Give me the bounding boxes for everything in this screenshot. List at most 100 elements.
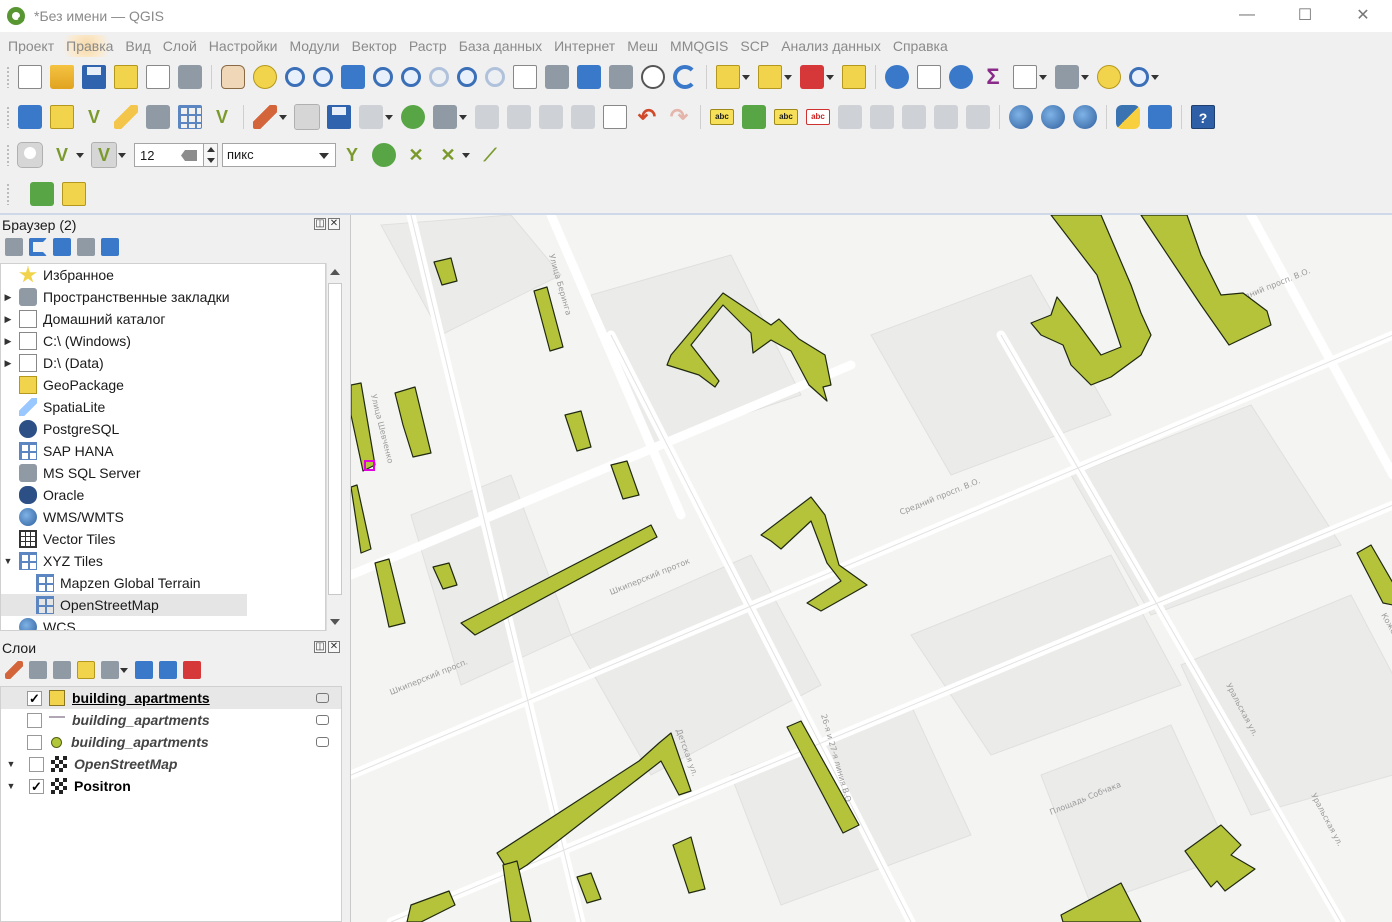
pin-labels-icon[interactable]: abc: [774, 109, 798, 125]
deselect-all-icon[interactable]: [800, 65, 824, 89]
style-manager-icon[interactable]: [178, 65, 202, 89]
zoom-in-icon[interactable]: [285, 67, 305, 87]
filter-expression-icon[interactable]: [101, 661, 119, 679]
tree-item[interactable]: ▶ D:\ (Data): [1, 352, 325, 374]
search-services-icon[interactable]: [1073, 105, 1097, 129]
zoom-next-icon[interactable]: [485, 67, 505, 87]
tree-item[interactable]: ▶ C:\ (Windows): [1, 330, 325, 352]
open-table-icon[interactable]: [1013, 65, 1037, 89]
change-label-icon[interactable]: [902, 105, 926, 129]
new-map-view-icon[interactable]: [513, 65, 537, 89]
new-bookmark-icon[interactable]: [577, 65, 601, 89]
expand-arrow[interactable]: ▶: [1, 314, 15, 325]
tolerance-stepper[interactable]: [204, 143, 218, 167]
save-layer-edits-icon[interactable]: [327, 105, 351, 129]
layer-visibility-checkbox[interactable]: [27, 712, 42, 728]
remove-layer-icon[interactable]: [183, 661, 201, 679]
tree-item[interactable]: Oracle: [1, 484, 325, 506]
tree-item[interactable]: ▶ Пространственные закладки: [1, 286, 325, 308]
menu-raster[interactable]: Растр: [403, 35, 453, 57]
expand-arrow[interactable]: ▶: [1, 336, 15, 347]
vertex-tool-icon[interactable]: [433, 105, 457, 129]
menu-settings[interactable]: Настройки: [203, 35, 284, 57]
collapse-all-icon[interactable]: [77, 238, 95, 256]
highlight-labels-icon[interactable]: abc: [806, 109, 830, 125]
toolbar-handle[interactable]: [6, 144, 10, 166]
toolbar-handle[interactable]: [6, 183, 10, 205]
python-console-icon[interactable]: [1116, 105, 1140, 129]
tree-item[interactable]: PostgreSQL: [1, 418, 325, 440]
rotate-label-icon[interactable]: [870, 105, 894, 129]
map-canvas[interactable]: Улица Шевченко Улица Беринга Шкиперский …: [350, 215, 1392, 922]
chevron-down-icon[interactable]: [1081, 74, 1089, 80]
plugin-tools-icon[interactable]: [62, 182, 86, 206]
new-3d-map-icon[interactable]: [545, 65, 569, 89]
topological-editing-icon[interactable]: Y: [340, 143, 364, 167]
menu-view[interactable]: Вид: [119, 35, 156, 57]
snapping-layers-icon[interactable]: V: [50, 143, 74, 167]
expand-arrow[interactable]: ▶: [1, 292, 15, 303]
pan-to-selection-icon[interactable]: [253, 65, 277, 89]
scroll-down-icon[interactable]: [330, 619, 340, 625]
new-geopackage-layer-icon[interactable]: [50, 105, 74, 129]
tree-item[interactable]: WMS/WMTS: [1, 506, 325, 528]
layer-filter-icon[interactable]: [316, 715, 329, 725]
layer-visibility-checkbox[interactable]: [27, 734, 42, 750]
menu-edit[interactable]: Правка: [60, 35, 120, 57]
chevron-down-icon[interactable]: [1151, 74, 1159, 80]
chevron-up-icon[interactable]: [206, 147, 215, 152]
layer-visibility-checkbox[interactable]: ✓: [29, 778, 44, 794]
chevron-down-icon[interactable]: [385, 114, 393, 120]
browser-scrollbar[interactable]: [326, 263, 342, 631]
zoom-full-icon[interactable]: [341, 65, 365, 89]
save-project-icon[interactable]: [82, 65, 106, 89]
layer-diagram-icon[interactable]: [742, 105, 766, 129]
layer-filter-icon[interactable]: [316, 737, 329, 747]
snapping-tolerance-input[interactable]: 12: [134, 143, 204, 167]
add-vector-icon[interactable]: V: [210, 105, 234, 129]
digitize-icon[interactable]: [359, 105, 383, 129]
chevron-down-icon[interactable]: [742, 74, 750, 80]
add-polygon-feature-icon[interactable]: [401, 105, 425, 129]
layer-item[interactable]: ✓ building_apartments: [1, 687, 341, 709]
layer-item[interactable]: building_apartments: [1, 709, 341, 731]
chevron-down-icon[interactable]: [1039, 74, 1047, 80]
menu-vector[interactable]: Вектор: [346, 35, 403, 57]
zoom-native-icon[interactable]: [429, 67, 449, 87]
layer-item[interactable]: building_apartments: [1, 731, 341, 753]
collapse-all-icon[interactable]: [159, 661, 177, 679]
chevron-down-icon[interactable]: [120, 667, 128, 673]
chevron-down-icon[interactable]: [784, 74, 792, 80]
snapping-tracing-icon[interactable]: ⟋: [478, 143, 502, 167]
zoom-to-selection-icon[interactable]: [373, 67, 393, 87]
modify-attributes-icon[interactable]: [475, 105, 499, 129]
maximize-button[interactable]: ☐: [1276, 0, 1334, 30]
layout-manager-icon[interactable]: [146, 65, 170, 89]
refresh-icon[interactable]: [29, 238, 47, 256]
expand-arrow[interactable]: ▼: [1, 556, 15, 566]
expand-arrow[interactable]: ▼: [3, 759, 19, 769]
menu-database[interactable]: База данных: [453, 35, 548, 57]
menu-mesh[interactable]: Меш: [621, 35, 664, 57]
layer-item[interactable]: ▼ OpenStreetMap: [1, 753, 341, 775]
toolbar-handle[interactable]: [6, 66, 10, 88]
paste-features-icon[interactable]: [603, 105, 627, 129]
new-print-layout-icon[interactable]: [114, 65, 138, 89]
layer-filter-icon[interactable]: [316, 693, 329, 703]
avoid-overlap-icon[interactable]: [372, 143, 396, 167]
self-snapping-icon[interactable]: ✕: [436, 143, 460, 167]
tree-item[interactable]: ▼ XYZ Tiles: [1, 550, 325, 572]
tree-item[interactable]: WCS: [1, 616, 325, 630]
refresh-icon[interactable]: [673, 65, 697, 89]
tree-item[interactable]: Mapzen Global Terrain: [1, 572, 325, 594]
menu-layer[interactable]: Слой: [157, 35, 203, 57]
toggle-editing-icon[interactable]: [294, 104, 320, 130]
close-button[interactable]: ✕: [1334, 0, 1392, 30]
show-hide-labels-icon[interactable]: [934, 105, 958, 129]
measure-line-icon[interactable]: [1055, 65, 1079, 89]
locator-search-icon[interactable]: [1129, 67, 1149, 87]
toolbox-gear-icon[interactable]: [949, 65, 973, 89]
select-location-icon[interactable]: [842, 65, 866, 89]
add-raster-icon[interactable]: [178, 105, 202, 129]
chevron-down-icon[interactable]: [76, 152, 84, 158]
